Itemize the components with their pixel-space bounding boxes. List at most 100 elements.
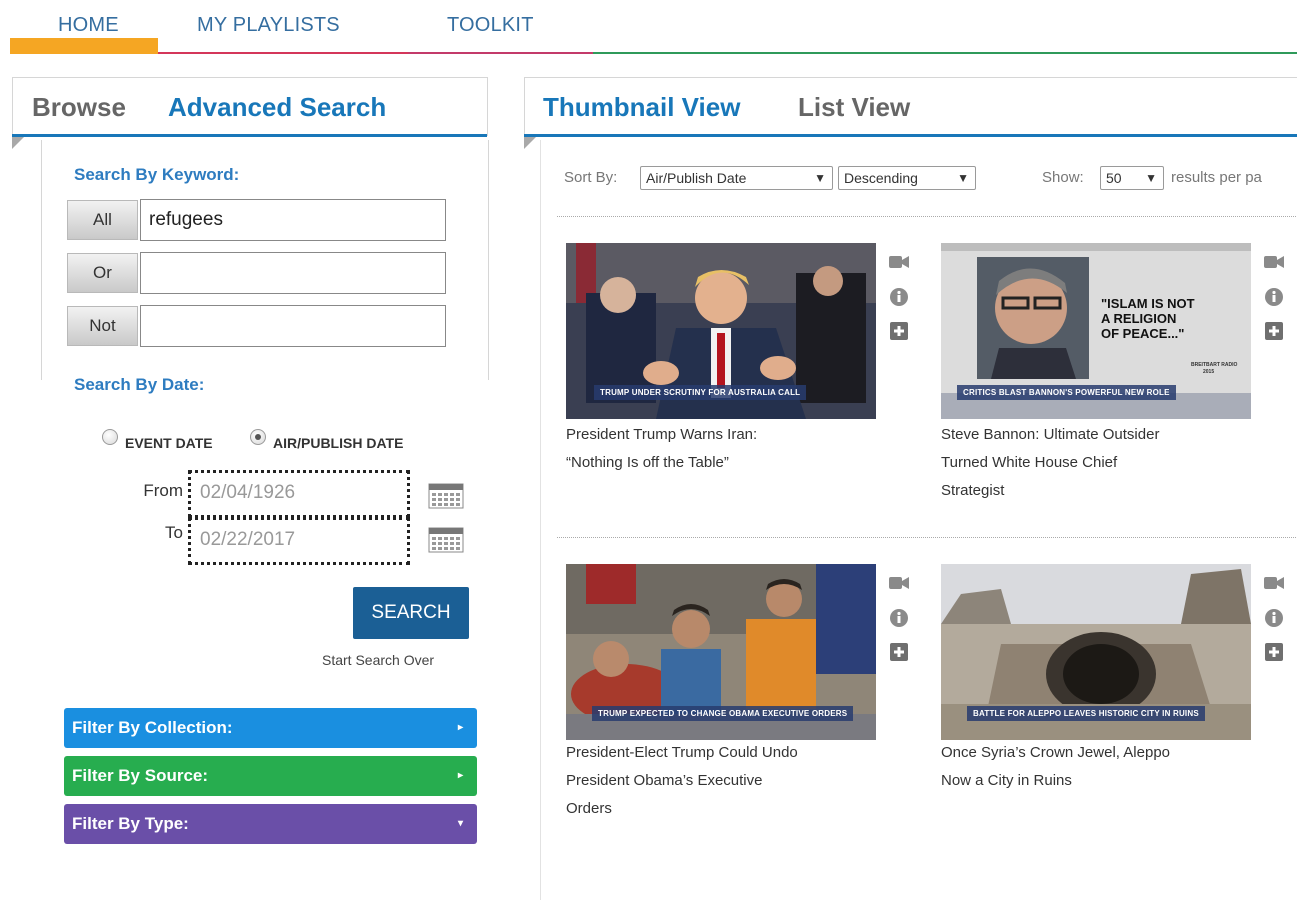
to-date-input[interactable]: 02/22/2017: [188, 517, 410, 565]
result-title-line: President Obama’s Executive: [566, 772, 763, 789]
keyword-or-input[interactable]: [140, 252, 446, 294]
start-search-over-link[interactable]: Start Search Over: [322, 652, 434, 668]
tab-advanced-search[interactable]: Advanced Search: [168, 92, 386, 123]
plus-icon[interactable]: [888, 321, 910, 341]
to-label: To: [165, 523, 183, 542]
result-title-line: Orders: [566, 800, 612, 817]
result-title-line: Strategist: [941, 482, 1005, 499]
results-panel: Thumbnail View List View Sort By: Air/Pu…: [524, 77, 1297, 900]
per-page-suffix: results per pa: [1171, 169, 1262, 186]
result-title-line: Turned White House Chief: [941, 454, 1118, 471]
info-icon[interactable]: [888, 287, 910, 307]
result-title-line: Now a City in Ruins: [941, 772, 1072, 789]
divider: [557, 537, 1297, 538]
thumbnail-caption: TRUMP EXPECTED TO CHANGE OBAMA EXECUTIVE…: [592, 706, 854, 721]
filter-source-label: Filter By Source:: [72, 766, 209, 785]
results-left-border: [540, 140, 541, 900]
result-thumbnail[interactable]: "ISLAM IS NOT A RELIGION OF PEACE..." BR…: [941, 243, 1251, 419]
tab-list-view[interactable]: List View: [798, 92, 910, 123]
result-title-line: “Nothing Is off the Table”: [566, 454, 729, 471]
result-title-line: Once Syria’s Crown Jewel, Aleppo: [941, 744, 1170, 761]
keyword-not-input[interactable]: [140, 305, 446, 347]
from-calendar-icon[interactable]: [428, 483, 464, 509]
search-button[interactable]: SEARCH: [353, 587, 469, 639]
tab-browse[interactable]: Browse: [32, 92, 126, 123]
top-nav: HOME MY PLAYLISTS TOOLKIT: [0, 0, 1297, 56]
air-publish-date-label: AIR/PUBLISH DATE: [273, 435, 404, 451]
filter-type[interactable]: Filter By Type: ▾: [64, 804, 477, 844]
keyword-label: Search By Keyword:: [74, 165, 240, 184]
keyword-not-button[interactable]: Not: [67, 306, 138, 346]
info-icon[interactable]: [1263, 287, 1285, 307]
nav-home[interactable]: HOME: [58, 14, 119, 37]
filter-collection[interactable]: Filter By Collection: ▸: [64, 708, 477, 748]
from-date-input[interactable]: 02/04/1926: [188, 470, 410, 518]
nav-toolkit[interactable]: TOOLKIT: [447, 14, 534, 37]
sort-order-value: Descending: [844, 170, 918, 186]
sort-order-select[interactable]: Descending ▼: [838, 166, 976, 190]
result-thumbnail[interactable]: TRUMP EXPECTED TO CHANGE OBAMA EXECUTIVE…: [566, 564, 876, 740]
event-date-label: EVENT DATE: [125, 435, 213, 451]
chevron-right-icon: ▸: [457, 722, 463, 733]
dropdown-caret-icon: ▼: [814, 171, 826, 185]
plus-icon[interactable]: [1263, 642, 1285, 662]
panel-fold: [12, 137, 24, 149]
quote-source: 2015: [1203, 369, 1214, 375]
nav-home-active-indicator: [10, 38, 158, 54]
thumbnail-caption: CRITICS BLAST BANNON'S POWERFUL NEW ROLE: [957, 385, 1176, 400]
filter-collection-label: Filter By Collection:: [72, 718, 233, 737]
per-page-value: 50: [1106, 170, 1122, 186]
thumbnail-caption: BATTLE FOR ALEPPO LEAVES HISTORIC CITY I…: [967, 706, 1205, 721]
plus-icon[interactable]: [1263, 321, 1285, 341]
sort-label: Sort By:: [564, 169, 618, 186]
nav-my-playlists[interactable]: MY PLAYLISTS: [197, 14, 340, 37]
thumbnail-caption: TRUMP UNDER SCRUTINY FOR AUSTRALIA CALL: [594, 385, 807, 400]
tabs-underline: [12, 134, 487, 137]
quote-line: OF PEACE...": [1101, 326, 1184, 341]
video-camera-icon[interactable]: [888, 573, 910, 593]
video-camera-icon[interactable]: [1263, 573, 1285, 593]
nav-toolkit-rule: [408, 52, 593, 54]
result-title[interactable]: Steve Bannon: Ultimate Outsider Turned W…: [941, 421, 1241, 505]
result-title[interactable]: President-Elect Trump Could Undo Preside…: [566, 739, 866, 823]
result-title-line: Steve Bannon: Ultimate Outsider: [941, 426, 1160, 443]
results-fold: [524, 137, 536, 149]
result-title-line: President Trump Warns Iran:: [566, 426, 758, 443]
info-icon[interactable]: [888, 608, 910, 628]
plus-icon[interactable]: [888, 642, 910, 662]
sort-field-select[interactable]: Air/Publish Date ▼: [640, 166, 833, 190]
result-title[interactable]: President Trump Warns Iran: “Nothing Is …: [566, 421, 866, 477]
result-thumbnail[interactable]: BATTLE FOR ALEPPO LEAVES HISTORIC CITY I…: [941, 564, 1251, 740]
keyword-all-button[interactable]: All: [67, 200, 138, 240]
quote-source: BREITBART RADIO: [1191, 362, 1237, 368]
keyword-all-input[interactable]: refugees: [140, 199, 446, 241]
quote-line: "ISLAM IS NOT: [1101, 296, 1195, 311]
to-calendar-icon[interactable]: [428, 527, 464, 553]
show-label: Show:: [1042, 169, 1084, 186]
video-camera-icon[interactable]: [888, 252, 910, 272]
nav-playlists-rule: [158, 52, 408, 54]
event-date-radio[interactable]: [102, 429, 118, 445]
filter-type-label: Filter By Type:: [72, 814, 189, 833]
view-tabs-underline: [524, 134, 1297, 137]
from-label: From: [143, 481, 183, 500]
dropdown-caret-icon: ▼: [957, 171, 969, 185]
result-thumbnail[interactable]: TRUMP UNDER SCRUTINY FOR AUSTRALIA CALL: [566, 243, 876, 419]
nav-rule-green: [593, 52, 1297, 54]
sort-field-value: Air/Publish Date: [646, 170, 747, 186]
keyword-or-button[interactable]: Or: [67, 253, 138, 293]
chevron-right-icon: ▸: [457, 770, 463, 781]
filter-source[interactable]: Filter By Source: ▸: [64, 756, 477, 796]
info-icon[interactable]: [1263, 608, 1285, 628]
result-title-line: President-Elect Trump Could Undo: [566, 744, 798, 761]
tab-thumbnail-view[interactable]: Thumbnail View: [543, 92, 740, 123]
search-tabs: Browse Advanced Search: [12, 77, 488, 136]
date-label: Search By Date:: [74, 375, 205, 394]
per-page-select[interactable]: 50 ▼: [1100, 166, 1164, 190]
search-panel: Browse Advanced Search Search By Keyword…: [12, 77, 489, 847]
air-publish-date-radio[interactable]: [250, 429, 266, 445]
dropdown-caret-icon: ▼: [1145, 171, 1157, 185]
video-camera-icon[interactable]: [1263, 252, 1285, 272]
result-title[interactable]: Once Syria’s Crown Jewel, Aleppo Now a C…: [941, 739, 1241, 795]
view-tabs: Thumbnail View List View: [524, 77, 1297, 136]
